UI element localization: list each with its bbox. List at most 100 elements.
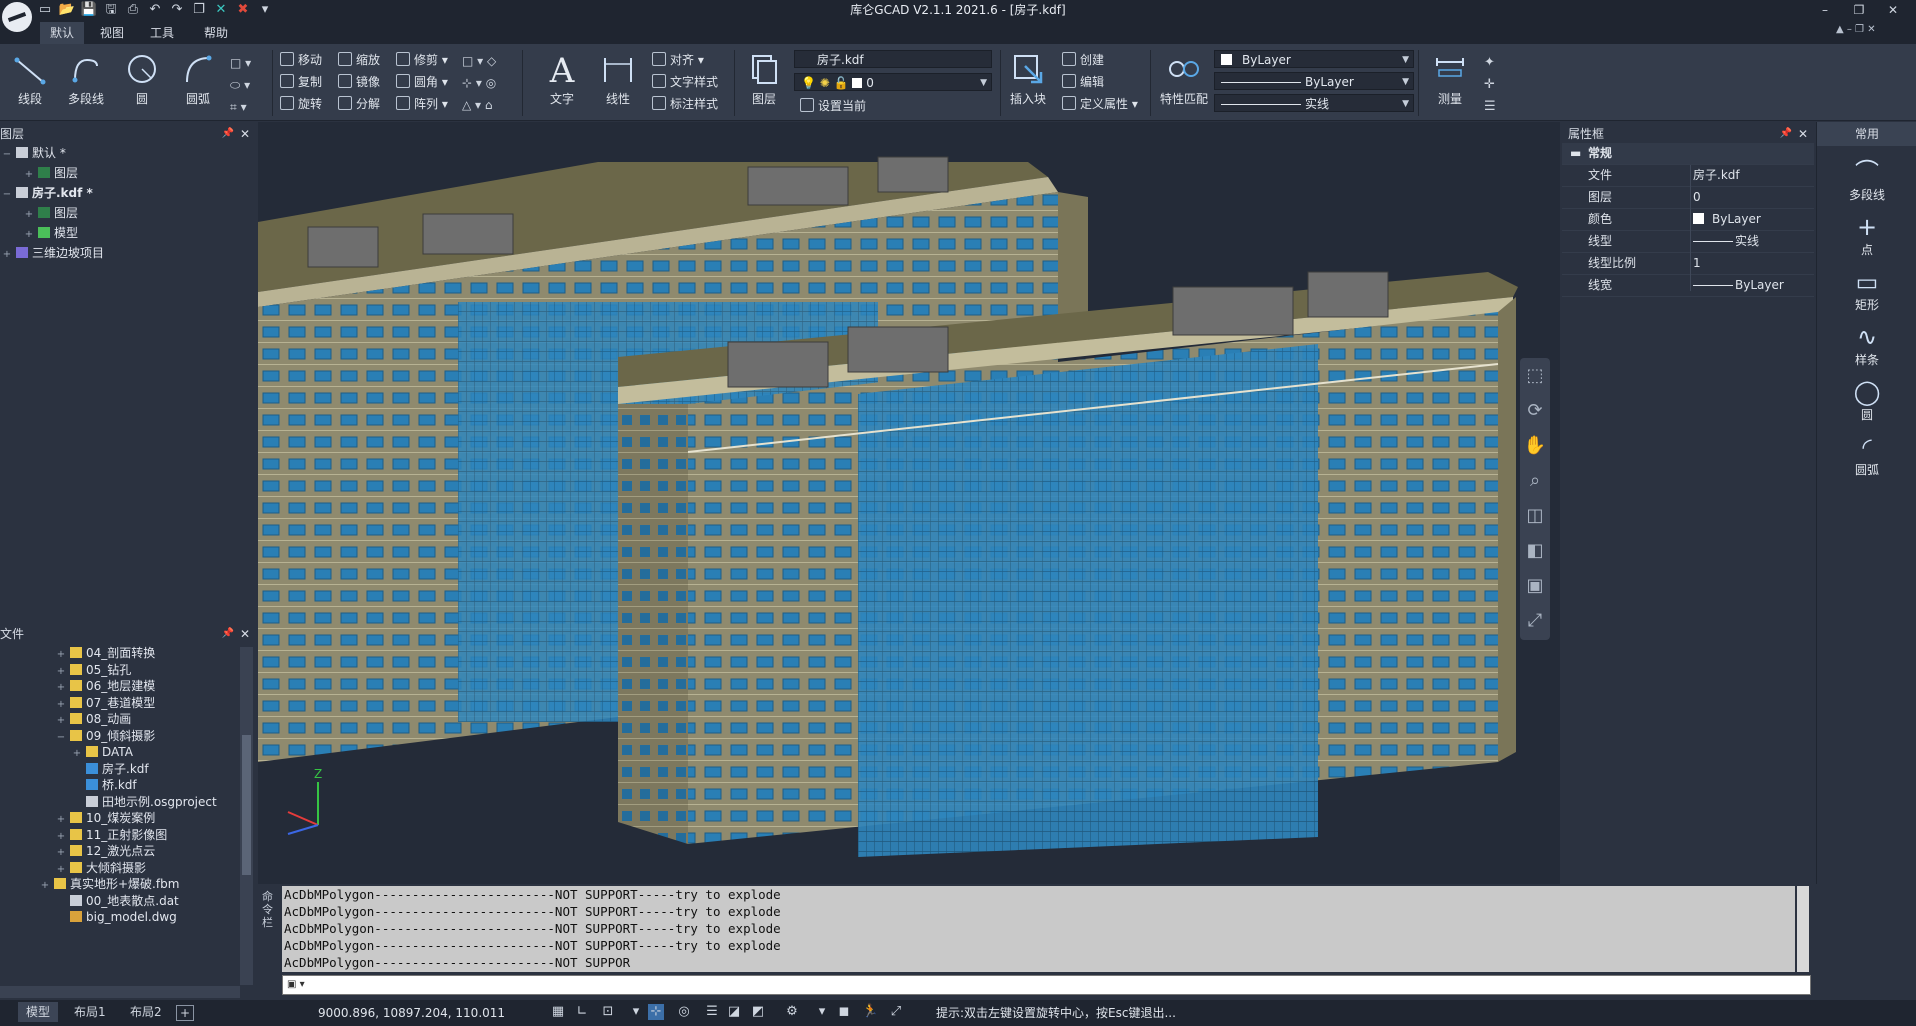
snap-icon[interactable]: ⊡ [600,1004,616,1020]
rotate-button[interactable]: 旋转 [280,94,322,114]
expand-icon[interactable]: + [24,165,34,185]
close-doc-icon[interactable]: ✕ [212,1,230,19]
layer-tree-row[interactable]: − 房子.kdf * [0,183,256,203]
layer-combo[interactable]: 💡 ✺ 🔓 0 ▼ [794,73,992,91]
menu-tools[interactable]: 工具 [140,22,184,44]
tab-model[interactable]: 模型 [18,1002,59,1022]
file-tree-row[interactable]: +07_巷道模型 [0,695,256,712]
add-layout-button[interactable]: + [176,1005,195,1021]
polar-icon[interactable]: ◎ [676,1004,692,1020]
text-button[interactable]: A 文字 [536,50,588,118]
pin-icon[interactable]: 📌 [1780,125,1792,143]
selection-cycle-icon[interactable]: ◩ [750,1004,766,1020]
zoom-extents-icon[interactable]: ⤢ [1520,603,1550,638]
expand-icon[interactable]: + [24,205,34,225]
layer-tree-row[interactable]: + 图层 [0,163,256,183]
collapse-icon[interactable]: − [2,185,12,205]
property-row[interactable]: 线型 实线 [1562,231,1814,253]
view-box-icon[interactable]: ◧ [1520,533,1550,568]
file-tree-row[interactable]: + DATA [0,744,256,761]
menu-help[interactable]: 帮助 [194,22,238,44]
file-tree-row[interactable]: 房子.kdf [0,761,256,778]
file-tree-row[interactable]: + 大倾斜摄影 [0,860,256,877]
file-hscrollbar[interactable] [0,986,240,998]
property-row[interactable]: 线型比例 1 [1562,253,1814,275]
solid-view-icon[interactable]: ▣ [1520,568,1550,603]
menu-default[interactable]: 默认 [40,22,85,44]
transparency-icon[interactable]: ◪ [726,1004,742,1020]
property-row[interactable]: 颜色 ByLayer [1562,209,1814,231]
palette-item[interactable]: ∿ 样条 [1817,323,1916,368]
chevron-down-icon[interactable]: ▾ [628,1004,644,1020]
command-input[interactable]: ▣ ▾ [282,975,1811,995]
insert-block-button[interactable]: 插入块 [1002,50,1054,118]
measure-button[interactable]: 测量 [1424,50,1476,118]
close-button[interactable]: ✕ [1880,0,1906,20]
layer-button[interactable]: 图层 [738,50,790,118]
walk-icon[interactable]: 🏃 [862,1004,878,1020]
tab-layout2[interactable]: 布局2 [122,1002,170,1022]
grid-icon[interactable]: ▦ [550,1004,566,1020]
scale-button[interactable]: 缩放 [338,50,380,70]
text-style-button[interactable]: 文字样式 [652,72,718,92]
file-tree-row[interactable]: +08_动画 [0,711,256,728]
cube-icon[interactable]: ◼ [836,1004,852,1020]
osnap-icon[interactable]: ⊹ [648,1004,664,1020]
layer-tree-row[interactable]: + 模型 [0,223,256,243]
property-value[interactable]: ByLayer [1693,209,1761,230]
customize-icon[interactable]: ▾ [256,1,274,19]
match-props-button[interactable]: 特性匹配 [1156,50,1212,118]
layer-tree-row[interactable]: + 图层 [0,203,256,223]
property-row[interactable]: 图层 0 [1562,187,1814,209]
3d-viewport[interactable]: Z ⬚ ⟳ ✋ ⌕ ◫ ◧ ▣ ⤢ [258,122,1560,884]
property-value[interactable]: 房子.kdf [1693,165,1740,186]
zoom-icon[interactable]: ⌕ [1520,463,1550,498]
ortho-icon[interactable]: ∟ [574,1004,590,1020]
properties-group[interactable]: ▬ 常规 [1562,143,1814,165]
file-combo[interactable]: 房子.kdf [794,50,992,68]
save-as-icon[interactable]: 🖫 [102,1,120,19]
lineweight-icon[interactable]: ☰ [704,1004,720,1020]
circle-button[interactable]: 圆 [116,50,168,118]
close-icon[interactable]: ✕ [240,625,250,643]
pin-icon[interactable]: 📌 [222,125,234,143]
file-tree-row[interactable]: 桥.kdf [0,777,256,794]
color-combo[interactable]: ByLayer ▼ [1214,50,1414,68]
lineweight-combo[interactable]: 实线 ▼ [1214,94,1414,112]
file-tree-row[interactable]: +11_正射影像图 [0,827,256,844]
expand-icon[interactable]: + [40,878,50,895]
command-scrollbar[interactable] [1797,886,1809,972]
minimize-button[interactable]: – [1812,0,1838,20]
file-tree-row[interactable]: 00_地表散点.dat [0,893,256,910]
app-logo-icon[interactable] [2,2,32,32]
dim-style-button[interactable]: 标注样式 [652,94,718,114]
palette-item[interactable]: ▭ 矩形 [1817,268,1916,313]
measure-extra-icons[interactable]: ✦ ✛ ☰ [1484,52,1496,118]
property-value[interactable]: 实线 [1693,231,1759,252]
close-all-icon[interactable]: ✖ [234,1,252,19]
save-icon[interactable]: 💾 [80,1,98,19]
linetype-combo[interactable]: ByLayer ▼ [1214,72,1414,90]
file-tree-row[interactable]: +05_钻孔 [0,662,256,679]
view-cube-icon[interactable]: ◫ [1520,498,1550,533]
move-button[interactable]: 移动 [280,50,322,70]
pan-view-icon[interactable]: ⬚ [1520,358,1550,393]
chevron-down-icon[interactable]: ▾ [814,1004,830,1020]
draw-extra-icons[interactable]: □ ▾ ⬭ ▾ ⌗ ▾ [230,52,251,118]
file-tree-row[interactable]: +04_剖面转换 [0,645,256,662]
palette-item[interactable]: ⌒ 多段线 [1817,158,1916,203]
close-icon[interactable]: ✕ [240,125,250,143]
property-row[interactable]: 线宽 ByLayer [1562,275,1814,297]
set-current-button[interactable]: 设置当前 [800,96,866,116]
restore-button[interactable]: ❐ [1846,0,1872,20]
palette-title[interactable]: 常用 [1817,122,1916,146]
polyline-button[interactable]: 多段线 [60,50,112,118]
layer-tree-row[interactable]: − 默认 * [0,143,256,163]
trim-button[interactable]: 修剪 ▾ [396,50,448,70]
file-tree-row[interactable]: 田地示例.osgproject [0,794,256,811]
file-scrollbar-thumb[interactable] [242,735,251,875]
file-tree-row[interactable]: +06_地层建模 [0,678,256,695]
property-value[interactable]: 0 [1693,187,1701,208]
collapse-icon[interactable]: − [2,145,12,165]
expand-icon[interactable]: + [24,225,34,245]
